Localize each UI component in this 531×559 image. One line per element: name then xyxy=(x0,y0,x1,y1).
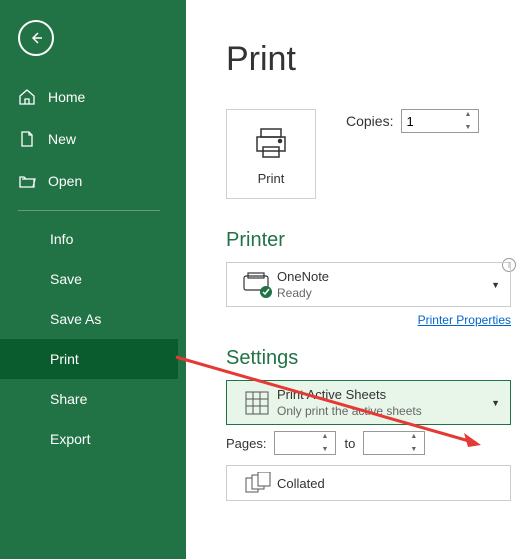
collated-label: Collated xyxy=(277,476,500,491)
sidebar-label-print: Print xyxy=(50,351,79,367)
sidebar-divider xyxy=(18,210,160,211)
sidebar-item-open[interactable]: Open xyxy=(0,160,178,202)
printer-name: OneNote xyxy=(277,269,491,284)
pages-from-down-icon[interactable]: ▼ xyxy=(321,446,333,453)
sheets-primary: Print Active Sheets xyxy=(277,387,491,402)
sidebar-item-share[interactable]: Share xyxy=(0,379,178,419)
back-button[interactable] xyxy=(18,20,54,56)
sidebar-item-saveas[interactable]: Save As xyxy=(0,299,178,339)
new-icon xyxy=(18,130,36,148)
sheets-icon xyxy=(243,389,271,417)
copies-input[interactable]: 1 ▲ ▼ xyxy=(401,109,479,133)
pages-to-down-icon[interactable]: ▼ xyxy=(410,446,422,453)
printer-dropdown[interactable]: OneNote Ready ▼ xyxy=(226,262,511,307)
printer-properties-link[interactable]: Printer Properties xyxy=(226,313,511,327)
collated-dropdown[interactable]: Collated xyxy=(226,465,511,501)
printer-status: Ready xyxy=(277,286,491,300)
sidebar-item-info[interactable]: Info xyxy=(0,219,178,259)
printer-status-icon xyxy=(240,272,274,298)
copies-down-icon[interactable]: ▼ xyxy=(464,124,476,131)
sidebar-item-save[interactable]: Save xyxy=(0,259,178,299)
sidebar-accent-strip xyxy=(178,0,186,559)
sidebar-item-print[interactable]: Print xyxy=(0,339,178,379)
collated-icon xyxy=(243,472,271,494)
sidebar-label-save: Save xyxy=(50,271,82,287)
copies-label: Copies: xyxy=(346,113,393,129)
pages-label: Pages: xyxy=(226,436,266,451)
copies-up-icon[interactable]: ▲ xyxy=(464,111,476,118)
printer-heading: Printer xyxy=(226,229,511,252)
sidebar-label-export: Export xyxy=(50,431,90,447)
sidebar-item-new[interactable]: New xyxy=(0,118,178,160)
sidebar-label-new: New xyxy=(48,131,76,147)
chevron-down-icon: ▼ xyxy=(491,398,500,408)
pages-to-input[interactable]: ▲ ▼ xyxy=(363,431,425,455)
sidebar-label-info: Info xyxy=(50,231,73,247)
settings-heading: Settings xyxy=(226,347,511,370)
chevron-down-icon: ▼ xyxy=(491,280,500,290)
print-button-label: Print xyxy=(258,171,285,186)
copies-value: 1 xyxy=(406,114,413,129)
print-button[interactable]: Print xyxy=(226,109,316,199)
pages-from-input[interactable]: ▲ ▼ xyxy=(274,431,336,455)
sidebar-label-share: Share xyxy=(50,391,87,407)
printer-icon xyxy=(251,123,291,163)
pages-to-label: to xyxy=(344,436,355,451)
pages-to-up-icon[interactable]: ▲ xyxy=(410,433,422,440)
sidebar-label-home: Home xyxy=(48,89,85,105)
print-sheets-dropdown[interactable]: Print Active Sheets Only print the activ… xyxy=(226,380,511,425)
pages-from-up-icon[interactable]: ▲ xyxy=(321,433,333,440)
home-icon xyxy=(18,88,36,106)
sidebar-item-export[interactable]: Export xyxy=(0,419,178,459)
sidebar-label-open: Open xyxy=(48,173,82,189)
arrow-left-icon xyxy=(28,30,44,46)
sheets-secondary: Only print the active sheets xyxy=(277,404,491,418)
open-icon xyxy=(18,172,36,190)
page-title: Print xyxy=(226,40,511,79)
sidebar-item-home[interactable]: Home xyxy=(0,76,178,118)
sidebar-label-saveas: Save As xyxy=(50,311,101,327)
